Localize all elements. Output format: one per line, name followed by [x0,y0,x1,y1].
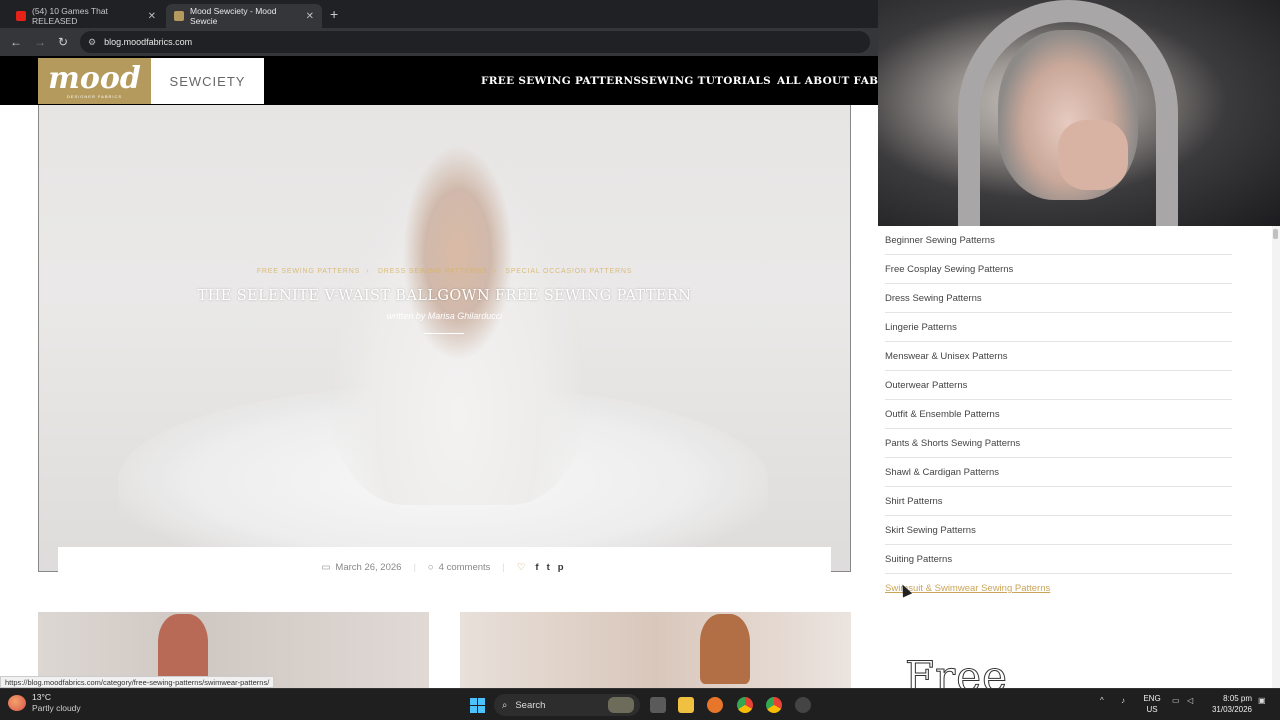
status-url: https://blog.moodfabrics.com/category/fr… [0,676,275,688]
windows-start-icon[interactable] [470,698,485,713]
tab-mood-sewciety[interactable]: Mood Sewciety - Mood Sewcie ✕ [166,4,322,28]
facebook-icon[interactable]: f [535,562,538,573]
close-icon[interactable]: ✕ [148,11,156,22]
omnibox[interactable]: ⚙ blog.moodfabrics.com [80,31,870,53]
logo-sub-text: DESIGNER FABRICS [66,93,123,99]
mood-favicon-icon [174,11,184,21]
youtube-icon [16,11,26,21]
microphone-icon[interactable]: ♪ [1121,696,1125,705]
reload-icon[interactable]: ↻ [58,35,68,49]
hero-image[interactable] [38,105,851,572]
file-explorer-icon[interactable] [678,697,694,713]
weather-icon [8,695,26,711]
post-title[interactable]: THE SELENITE V-WAIST BALLGOWN FREE SEWIN… [38,288,851,304]
webcam-overlay [878,0,1280,226]
sidebar-category-link[interactable]: Dress Sewing Patterns [885,284,1232,313]
category-link[interactable]: DRESS SEWING PATTERNS [378,268,488,275]
sidebar-category-link[interactable]: Suiting Patterns [885,545,1232,574]
back-arrow-icon[interactable]: ← [10,35,22,49]
language-indicator[interactable]: ENG US [1142,693,1162,715]
post-meta-bar: ▭ March 26, 2026 | ○ 4 comments | ♡ f t … [58,547,831,587]
scrollbar-thumb[interactable] [1273,229,1278,239]
forward-arrow-icon[interactable]: → [34,35,46,49]
category-link[interactable]: FREE SEWING PATTERNS [257,268,360,275]
nav-sewing-tutorials[interactable]: SEWING TUTORIALS [641,75,771,87]
brave-icon[interactable] [707,697,723,713]
title-divider [424,333,464,334]
comment-icon: ○ [427,561,434,573]
post-date: March 26, 2026 [335,561,402,573]
twitter-icon[interactable]: t [547,562,550,573]
clock[interactable]: 8:05 pm 31/03/2026 [1206,693,1252,715]
sidebar-category-link[interactable]: Outfit & Ensemble Patterns [885,400,1232,429]
sidebar-category-link[interactable]: Outerwear Patterns [885,371,1232,400]
weather-condition: Partly cloudy [32,703,81,713]
search-icon: ⌕ [502,699,508,711]
task-view-icon[interactable] [650,697,666,713]
temperature: 13°C [32,692,51,702]
sidebar-category-link[interactable]: Free Cosplay Sewing Patterns [885,255,1232,284]
volume-icon[interactable]: ◁ [1187,696,1193,705]
sidebar-category-link[interactable]: Shawl & Cardigan Patterns [885,458,1232,487]
heart-icon[interactable]: ♡ [517,562,526,573]
sidebar-category-link[interactable]: Shirt Patterns [885,487,1232,516]
scrollbar[interactable] [1272,226,1280,688]
site-info-icon[interactable]: ⚙ [88,37,96,48]
app-icon[interactable] [795,697,811,713]
calendar-icon: ▭ [321,561,331,573]
sidebar-category-link[interactable]: Menswear & Unisex Patterns [885,342,1232,371]
weather-widget[interactable]: 13°C Partly cloudy [8,692,81,714]
sidebar-category-link[interactable]: Beginner Sewing Patterns [885,226,1232,255]
nav-all-about-fabric[interactable]: ALL ABOUT FABRIC [777,75,878,87]
post-categories: FREE SEWING PATTERNS › DRESS SEWING PATTE… [256,268,633,275]
nav-free-sewing-patterns[interactable]: FREE SEWING PATTERNS [481,75,641,87]
sidebar-category-link[interactable]: Pants & Shorts Sewing Patterns [885,429,1232,458]
category-link[interactable]: SPECIAL OCCASION PATTERNS [505,268,632,275]
tab-label: (54) 10 Games That RELEASED [32,6,108,26]
chrome-icon[interactable] [737,697,753,713]
search-highlight-icon [608,697,634,713]
taskbar-search[interactable]: ⌕ Search [494,694,640,716]
search-label: Search [515,699,546,711]
close-icon[interactable]: ✕ [306,11,314,22]
pinterest-icon[interactable]: p [558,562,564,573]
tab-label: Mood Sewciety - Mood Sewcie [190,6,277,26]
sidebar-category-link[interactable]: Lingerie Patterns [885,313,1232,342]
sidebar-category-link[interactable]: Swimsuit & Swimwear Sewing Patterns [885,574,1232,603]
sewciety-logo[interactable]: SEWCIETY [151,58,264,104]
comments-link[interactable]: 4 comments [439,562,491,573]
url-text: blog.moodfabrics.com [104,37,193,47]
mood-logo[interactable]: mood DESIGNER FABRICS [38,58,151,104]
new-tab-button[interactable]: + [330,6,338,22]
date: 31/03/2026 [1211,705,1252,714]
time: 8:05 pm [1223,694,1252,703]
network-icon[interactable]: ▭ [1172,696,1180,705]
post-byline: written by Marisa Ghilarducci [386,311,503,321]
logo-main-text: mood [48,60,141,96]
sidebar-category-link[interactable]: Skirt Sewing Patterns [885,516,1232,545]
post-thumbnail[interactable] [460,612,851,688]
notification-icon[interactable]: ▣ [1258,696,1266,705]
address-bar-row: ← → ↻ ⚙ blog.moodfabrics.com [0,28,878,56]
tab-youtube[interactable]: (54) 10 Games That RELEASED ✕ [8,4,164,28]
tray-chevron-icon[interactable]: ^ [1100,696,1104,705]
taskbar: 13°C Partly cloudy ⌕ Search ^ ♪ ENG US ▭… [0,688,1280,720]
browser-tab-bar: (54) 10 Games That RELEASED ✕ Mood Sewci… [0,0,878,28]
chrome-icon[interactable] [766,697,782,713]
